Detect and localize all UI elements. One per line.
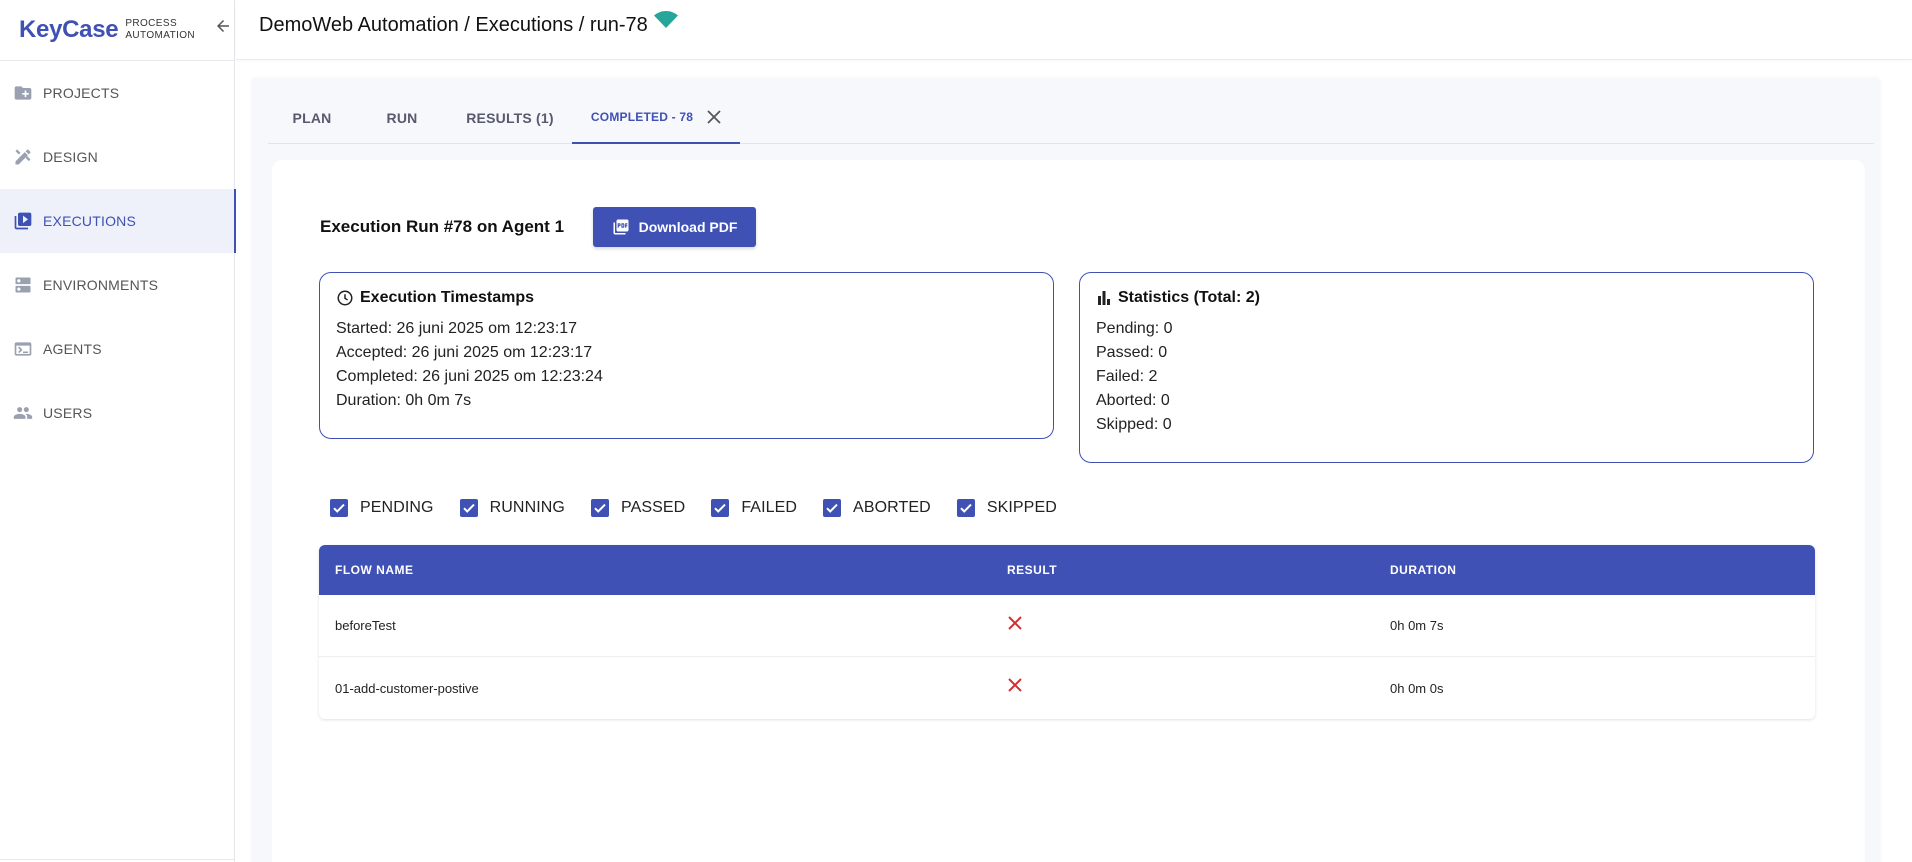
filter-failed[interactable]: FAILED (711, 499, 797, 517)
collapse-sidebar-button[interactable] (211, 14, 235, 38)
stat-pending: Pending: 0 (1096, 320, 1173, 337)
filter-running[interactable]: RUNNING (459, 499, 565, 517)
timestamps-title-text: Execution Timestamps (360, 289, 534, 306)
filter-aborted[interactable]: ABORTED (823, 499, 931, 517)
filter-label: PASSED (620, 499, 686, 516)
result-cell (991, 615, 1374, 631)
timestamps-title: Execution Timestamps (336, 289, 1037, 307)
column-header-result[interactable]: RESULT (991, 563, 1374, 577)
stat-passed: Passed: 0 (1096, 344, 1168, 361)
sidebar-nav: PROJECTS DESIGN EXECUTIONS ENVIRONMENTS … (0, 61, 236, 445)
filter-pending[interactable]: PENDING (330, 499, 434, 517)
started-text: Started: 26 juni 2025 om 12:23:17 (336, 320, 578, 337)
checkbox-checked-icon[interactable] (711, 499, 730, 517)
breadcrumb-text: DemoWeb Automation / Executions / run-78 (259, 14, 648, 36)
failed-x-icon (1007, 615, 1374, 631)
sidebar-item-executions[interactable]: EXECUTIONS (0, 189, 236, 253)
failed-x-icon (1007, 677, 1374, 693)
sidebar-item-users[interactable]: USERS (0, 381, 235, 445)
duration-text: Duration: 0h 0m 7s (336, 392, 472, 409)
wifi-icon (653, 10, 678, 35)
timestamps-panel: Execution Timestamps Started: 26 juni 20… (319, 272, 1054, 439)
flow-name-cell: 01-add-customer-postive (335, 680, 479, 696)
top-header: DemoWeb Automation / Executions / run-78 (236, 0, 1912, 60)
result-cell (991, 678, 1374, 693)
duration-cell: 0h 0m 7s (1390, 618, 1444, 633)
arrow-left-icon (217, 20, 229, 32)
download-pdf-label: Download PDF (638, 219, 738, 235)
filter-skipped[interactable]: SKIPPED (956, 499, 1057, 517)
table-row[interactable]: beforeTest 0h 0m 7s (319, 595, 1815, 657)
stat-aborted: Aborted: 0 (1096, 392, 1170, 409)
page-title: Execution Run #78 on Agent 1 (320, 217, 565, 236)
users-icon (12, 402, 34, 424)
column-header-duration[interactable]: DURATION (1374, 563, 1815, 577)
checkbox-checked-icon[interactable] (590, 499, 609, 517)
filter-label: FAILED (741, 499, 798, 516)
results-table: FLOW NAME RESULT DURATION beforeTest 0h … (319, 545, 1815, 719)
checkbox-checked-icon[interactable] (459, 499, 478, 517)
statistics-title: Statistics (Total: 2) (1096, 289, 1797, 307)
sidebar-item-label: DESIGN (43, 149, 98, 165)
sidebar-item-label: ENVIRONMENTS (43, 277, 159, 293)
sidebar-item-label: USERS (43, 405, 93, 421)
design-tools-icon (12, 146, 34, 168)
sidebar-item-environments[interactable]: ENVIRONMENTS (0, 253, 235, 317)
table-row[interactable]: 01-add-customer-postive 0h 0m 0s (319, 657, 1815, 719)
bar-chart-icon (1096, 290, 1112, 306)
brand-subtitle: PROCESS AUTOMATION (125, 18, 195, 42)
sidebar-item-projects[interactable]: PROJECTS (0, 61, 235, 125)
sidebar: KeyCase PROCESS AUTOMATION PROJECTS DESI… (0, 0, 236, 862)
brand-logo[interactable]: KeyCase PROCESS AUTOMATION (19, 12, 195, 48)
flow-name-cell: beforeTest (335, 618, 396, 633)
sidebar-item-label: EXECUTIONS (43, 213, 137, 229)
table-header: FLOW NAME RESULT DURATION (319, 545, 1815, 595)
checkbox-checked-icon[interactable] (956, 499, 975, 517)
sidebar-item-agents[interactable]: AGENTS (0, 317, 235, 381)
content-layer: Execution Run #78 on Agent 1 Download PD… (252, 78, 1880, 862)
filter-label: RUNNING (489, 499, 565, 516)
stat-failed: Failed: 2 (1096, 368, 1158, 385)
completed-text: Completed: 26 juni 2025 om 12:23:24 (336, 368, 603, 385)
breadcrumb: DemoWeb Automation / Executions / run-78 (259, 10, 678, 37)
accepted-text: Accepted: 26 juni 2025 om 12:23:17 (336, 344, 593, 361)
checkbox-checked-icon[interactable] (330, 499, 348, 517)
folder-plus-icon (12, 82, 34, 104)
stat-skipped: Skipped: 0 (1096, 416, 1172, 433)
server-icon (12, 274, 34, 296)
brand-sub-line1: PROCESS (125, 18, 178, 29)
terminal-icon (12, 338, 34, 360)
brand-sub-line2: AUTOMATION (125, 30, 196, 41)
download-pdf-button[interactable]: Download PDF (593, 207, 756, 247)
pdf-icon (612, 218, 630, 236)
sidebar-item-design[interactable]: DESIGN (0, 125, 235, 189)
status-filters: PENDING RUNNING PASSED FAILED ABORTED SK… (330, 499, 1083, 517)
filter-passed[interactable]: PASSED (590, 499, 686, 517)
filter-label: PENDING (360, 499, 434, 516)
statistics-title-text: Statistics (Total: 2) (1118, 289, 1260, 306)
checkbox-checked-icon[interactable] (823, 499, 842, 517)
sidebar-item-label: PROJECTS (43, 85, 120, 101)
filter-label: ABORTED (853, 499, 931, 516)
duration-cell: 0h 0m 0s (1390, 680, 1444, 696)
filter-label: SKIPPED (986, 499, 1057, 516)
column-header-flow-name[interactable]: FLOW NAME (319, 563, 991, 577)
brand-name: KeyCase (19, 16, 119, 43)
play-library-icon (12, 210, 34, 232)
sidebar-item-label: AGENTS (43, 341, 102, 357)
clock-icon (336, 289, 354, 307)
statistics-panel: Statistics (Total: 2) Pending: 0 Passed:… (1079, 272, 1814, 463)
